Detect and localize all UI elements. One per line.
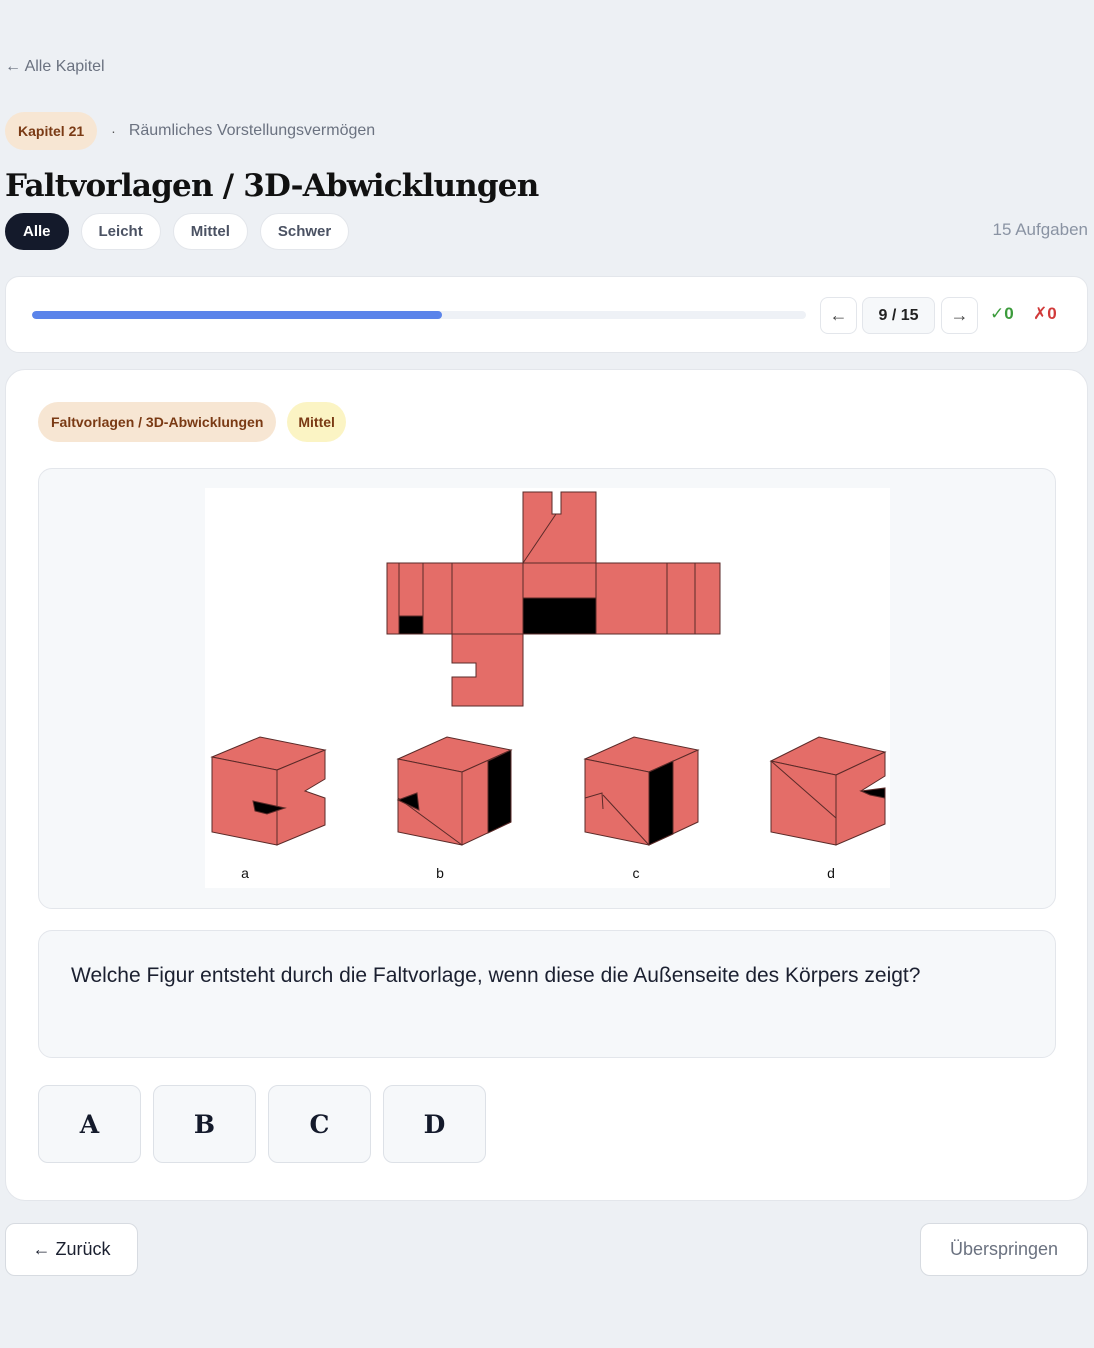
answer-b-button[interactable]: B [153,1085,256,1163]
difficulty-tag: Mittel [287,402,346,442]
question-text: Welche Figur entsteht durch die Faltvorl… [38,930,1056,1058]
cube-d [769,736,887,846]
answer-a-button[interactable]: A [38,1085,141,1163]
chapter-badge: Kapitel 21 [5,112,98,150]
figure-label-b: b [436,865,444,881]
answer-d-button[interactable]: D [383,1085,486,1163]
net-face-right [595,562,668,635]
net-and-cubes-illustration: a b c d [205,488,890,888]
figure-label-d: d [827,865,835,881]
difficulty-filter: Alle Leicht Mittel Schwer [5,213,350,250]
wrong-count: ✗0 [1033,304,1057,323]
filter-easy[interactable]: Leicht [80,213,161,250]
back-to-chapters-link[interactable]: ← Alle Kapitel [5,58,105,76]
filter-all[interactable]: Alle [5,213,69,250]
meta-separator: · [111,123,116,139]
progress-fill [32,311,443,319]
topic-tag: Faltvorlagen / 3D-Abwicklungen [38,402,277,442]
figure-label-a: a [241,865,249,881]
figure-label-c: c [633,865,640,881]
net-face-left [451,562,524,635]
previous-question-button[interactable]: ← [820,297,857,334]
progress-card: ← 9 / 15 → ✓0 ✗0 [5,276,1088,353]
cube-b [396,736,513,846]
page-title: Faltvorlagen / 3D-Abwicklungen [5,168,539,204]
skip-button[interactable]: Überspringen [920,1223,1088,1276]
chapter-subject: Räumliches Vorstellungsvermögen [128,122,376,139]
arrow-right-icon: → [950,305,969,325]
question-counter: 9 / 15 [862,297,935,334]
cube-c [583,736,700,846]
answer-options: A B C D [38,1085,486,1163]
answer-c-button[interactable]: C [268,1085,371,1163]
back-button[interactable]: ← Zurück [5,1223,138,1276]
arrow-left-icon: ← [829,305,848,325]
next-question-button[interactable]: → [941,297,978,334]
question-card: Faltvorlagen / 3D-Abwicklungen Mittel a … [5,369,1088,1201]
correct-count: ✓0 [990,304,1014,323]
question-tags: Faltvorlagen / 3D-Abwicklungen Mittel [38,402,346,442]
chapter-meta: Kapitel 21 · Räumliches Vorstellungsverm… [5,112,375,150]
filter-hard[interactable]: Schwer [259,213,350,250]
question-figure: a b c d [38,468,1056,909]
net-face-right-outer [666,562,721,635]
task-count: 15 Aufgaben [992,220,1088,239]
filter-medium[interactable]: Mittel [172,213,248,250]
progress-bar [32,311,806,319]
